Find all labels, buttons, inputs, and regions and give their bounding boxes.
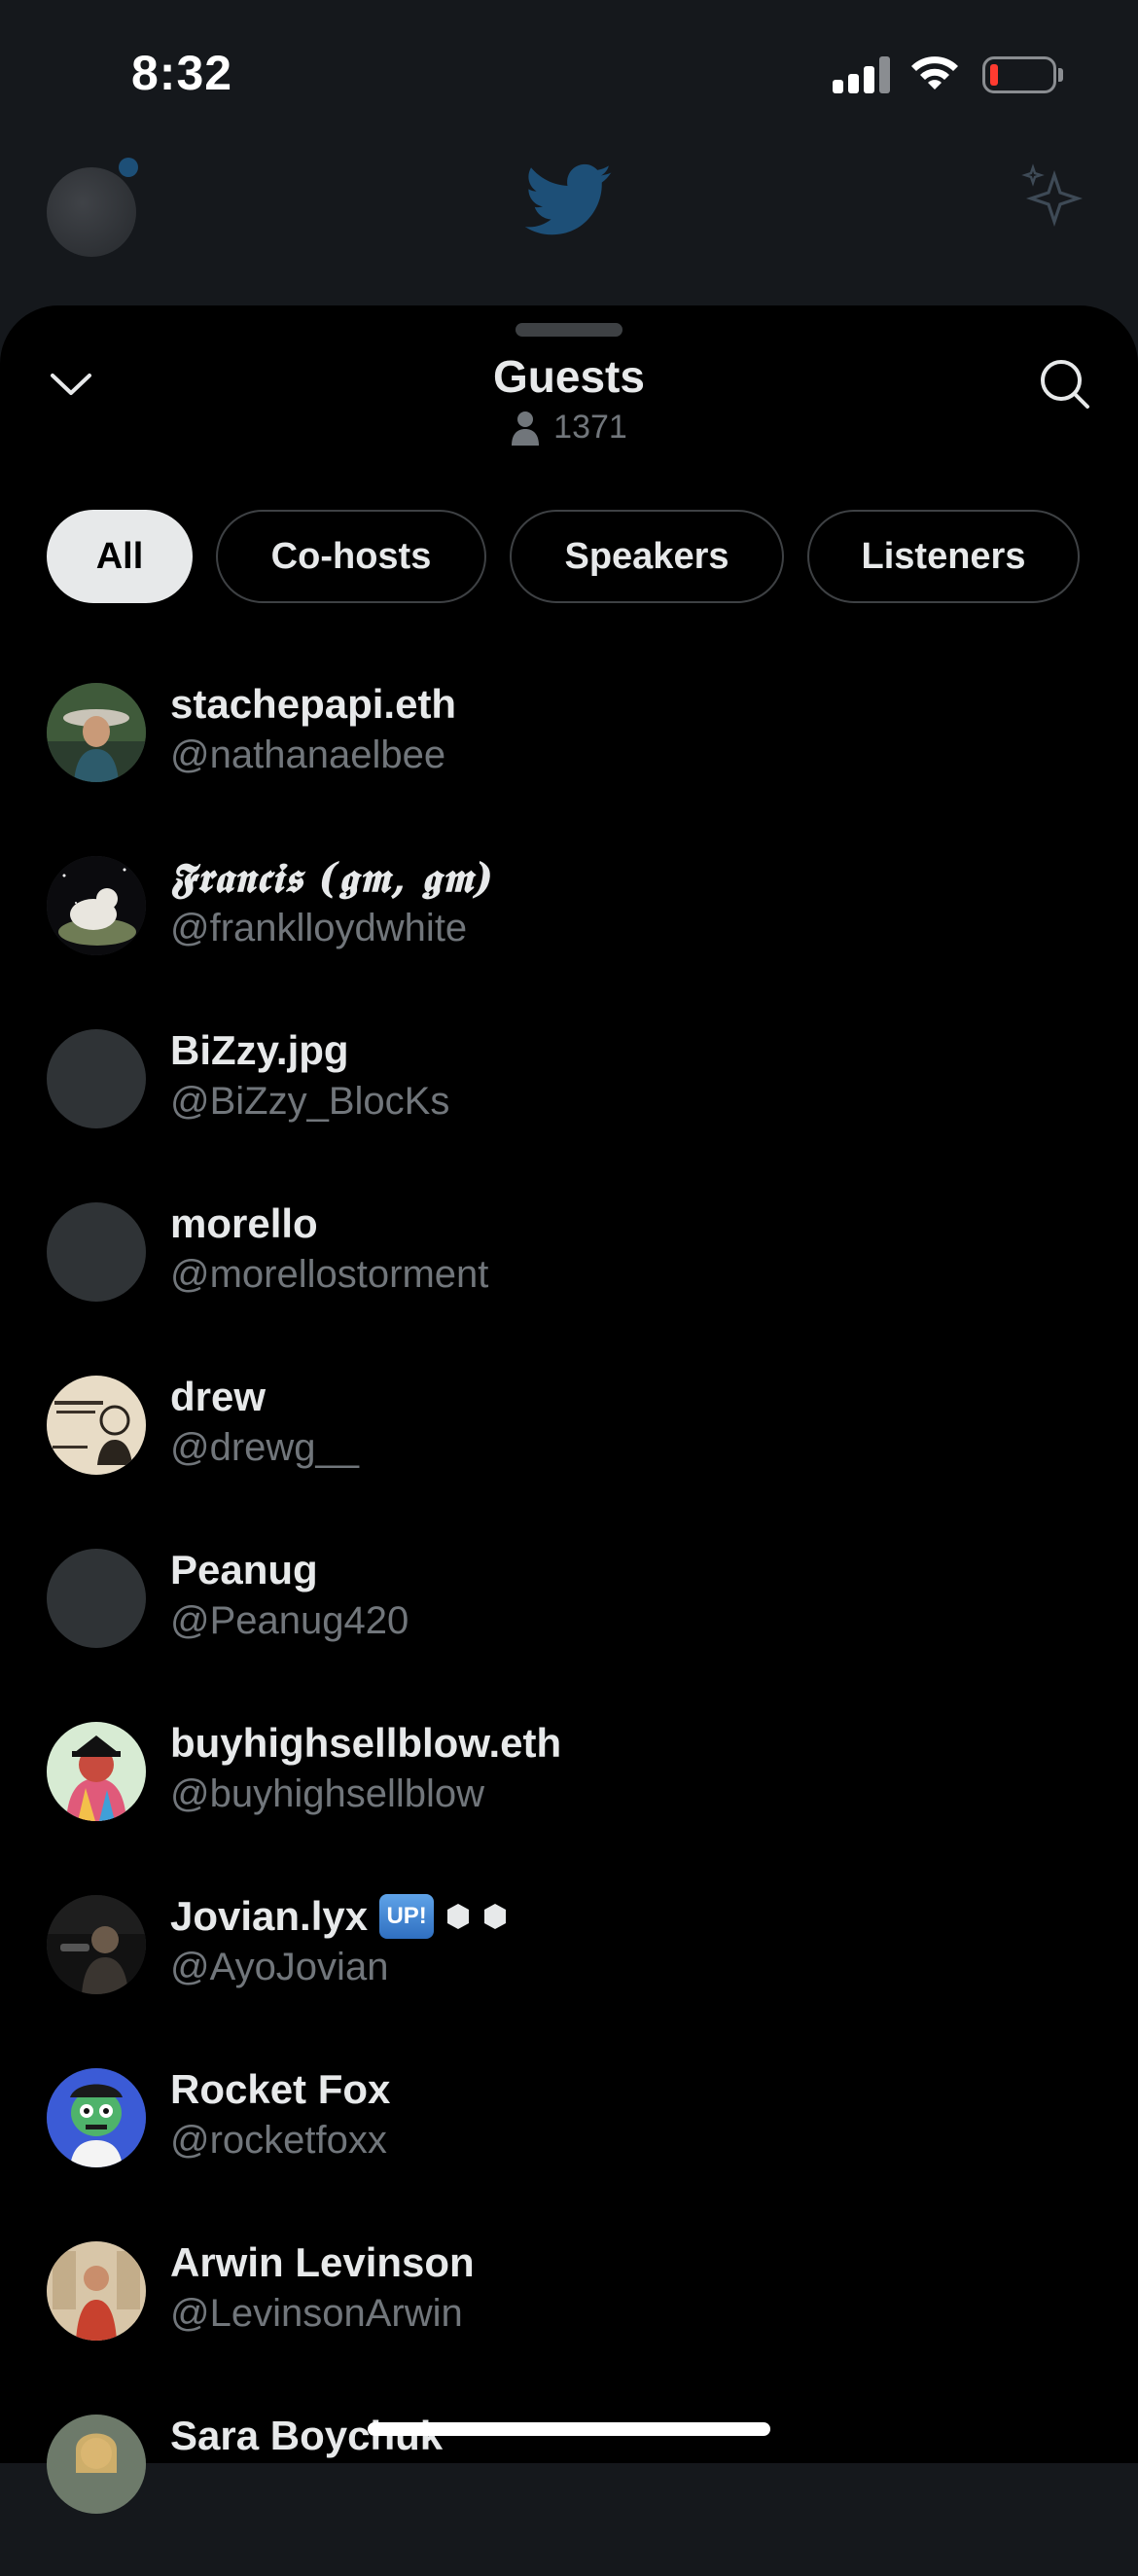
avatar[interactable] (47, 2068, 146, 2167)
guest-row[interactable]: stachepapi.eth @nathanaelbee (0, 671, 1138, 844)
person-icon (512, 411, 540, 446)
profile-avatar[interactable] (47, 167, 136, 257)
avatar[interactable] (47, 2241, 146, 2341)
guest-name: drew (170, 1374, 267, 1419)
guest-name: BiZzy.jpg (170, 1027, 349, 1073)
avatar[interactable] (47, 1029, 146, 1128)
filter-all[interactable]: All (47, 510, 193, 603)
guest-handle: @LevinsonArwin (170, 2292, 463, 2335)
guest-row[interactable]: morello @morellostorment (0, 1191, 1138, 1364)
avatar[interactable] (47, 1722, 146, 1821)
home-indicator[interactable] (368, 2422, 770, 2436)
guest-handle: @AyoJovian (170, 1946, 389, 1988)
guest-row[interactable]: Rocket Fox @rocketfoxx (0, 2057, 1138, 2230)
search-icon[interactable] (1037, 356, 1091, 411)
guest-row[interactable]: Arwin Levinson @LevinsonArwin (0, 2230, 1138, 2403)
guest-handle: @morellostorment (170, 1253, 489, 1296)
filter-speakers[interactable]: Speakers (510, 510, 784, 603)
avatar[interactable] (47, 1895, 146, 1994)
guest-name: Arwin Levinson (170, 2239, 475, 2285)
guest-name: Sara Boychuk (170, 2413, 444, 2458)
avatar[interactable] (47, 683, 146, 782)
guest-row[interactable]: Peanug @Peanug420 (0, 1537, 1138, 1710)
twitter-bird-icon (525, 163, 612, 235)
guest-name: Peanug (170, 1547, 318, 1592)
sheet-grabber[interactable] (516, 323, 622, 337)
guest-row[interactable]: 𝕱𝖗𝖆𝖓𝖈𝖎𝖘 (𝖌𝖒, 𝖌𝖒) @franklloydwhite (0, 844, 1138, 1018)
guest-name-text: Jovian.lyx (170, 1893, 369, 1939)
hexagon-icon (484, 1904, 507, 1929)
notification-dot (119, 158, 138, 177)
filter-co-hosts[interactable]: Co-hosts (216, 510, 486, 603)
guest-handle: @BiZzy_BlocKs (170, 1080, 450, 1123)
guest-row[interactable]: buyhighsellblow.eth @buyhighsellblow (0, 1710, 1138, 1883)
guest-name: stachepapi.eth (170, 681, 457, 727)
sheet-title: Guests (493, 351, 645, 402)
avatar[interactable] (47, 2415, 146, 2514)
avatar[interactable] (47, 1376, 146, 1475)
guest-handle: @nathanaelbee (170, 733, 446, 776)
guest-name: Jovian.lyx UP! (170, 1893, 508, 1940)
guest-handle: @franklloydwhite (170, 907, 468, 949)
guest-row[interactable]: drew @drewg__ (0, 1364, 1138, 1537)
guest-name: Rocket Fox (170, 2066, 391, 2112)
guest-name: 𝕱𝖗𝖆𝖓𝖈𝖎𝖘 (𝖌𝖒, 𝖌𝖒) (170, 854, 495, 902)
guest-row[interactable]: BiZzy.jpg @BiZzy_BlocKs (0, 1018, 1138, 1191)
guest-name: buyhighsellblow.eth (170, 1720, 562, 1766)
guest-handle: @buyhighsellblow (170, 1772, 485, 1815)
battery-icon (982, 56, 1056, 93)
up-badge: UP! (379, 1894, 435, 1939)
guest-count-text: 1371 (553, 409, 627, 446)
sparkle-icon[interactable] (1019, 163, 1089, 233)
guest-handle: @drewg__ (170, 1426, 360, 1469)
guest-count: 1371 (0, 409, 1138, 447)
guest-handle: @rocketfoxx (170, 2119, 387, 2162)
filter-listeners[interactable]: Listeners (807, 510, 1080, 603)
avatar[interactable] (47, 856, 146, 955)
cellular-signal-icon (833, 56, 891, 93)
status-time: 8:32 (131, 46, 233, 100)
guest-row[interactable]: Jovian.lyx UP! @AyoJovian (0, 1883, 1138, 2057)
hexagon-icon (447, 1904, 470, 1929)
avatar[interactable] (47, 1202, 146, 1302)
guest-name: morello (170, 1200, 318, 1246)
avatar[interactable] (47, 1549, 146, 1648)
status-bar: 8:32 (0, 0, 1138, 146)
guest-handle: @Peanug420 (170, 1599, 409, 1642)
battery-cap (1058, 68, 1063, 82)
wifi-icon (911, 56, 958, 89)
